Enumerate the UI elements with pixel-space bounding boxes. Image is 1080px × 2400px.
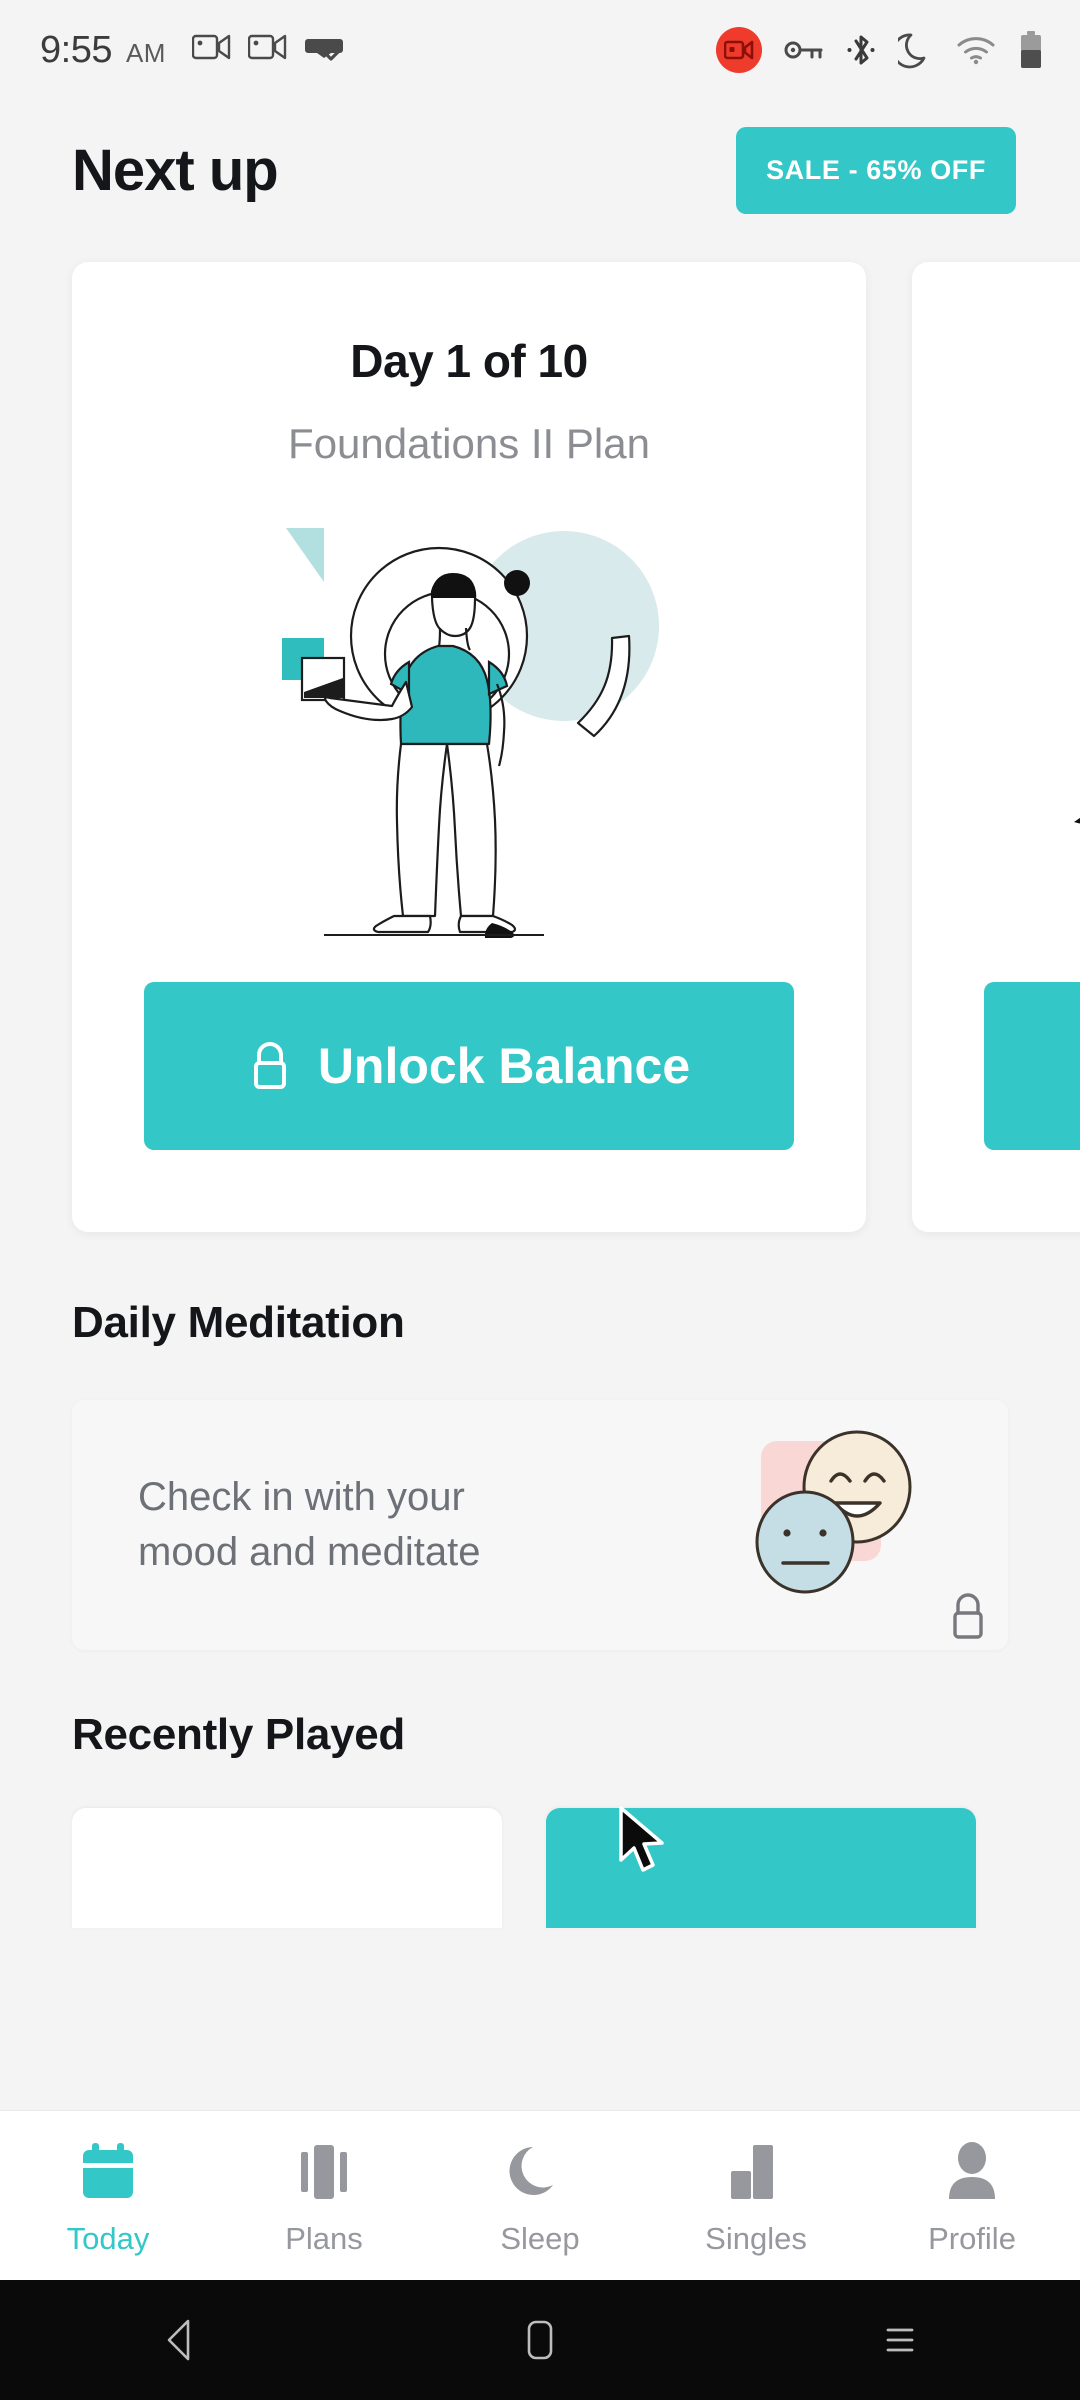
daily-meditation-text: Check in with your mood and meditate [138, 1470, 480, 1580]
home-rounded-rect-icon [527, 2320, 553, 2360]
video-camera-icon [191, 34, 231, 59]
system-recents-button[interactable] [810, 2316, 990, 2364]
android-system-nav[interactable] [0, 2280, 1080, 2400]
video-camera-icon [247, 34, 287, 59]
bluetooth-icon [847, 35, 875, 65]
wifi-icon [957, 37, 995, 65]
lock-icon [253, 1042, 286, 1089]
daily-meditation-text-line1: Check in with your [138, 1474, 465, 1519]
app-header: Next up SALE - 65% OFF [0, 100, 1080, 240]
nav-item-singles[interactable]: Singles [661, 2141, 851, 2257]
moon-icon [509, 2146, 553, 2195]
status-bar-left: 9:55 AM [40, 29, 344, 72]
screen-record-badge-icon [716, 27, 762, 73]
unlock-plan-button-next[interactable] [984, 982, 1080, 1150]
bars-icon [301, 2144, 347, 2199]
plan-name-label: Foundations II Plan [288, 420, 650, 467]
unlock-plan-button-label: Unlock Balance [317, 1038, 691, 1094]
status-bar: 9:55 AM [0, 0, 1080, 100]
nav-item-plans-label: Plans [285, 2220, 363, 2256]
blocks-icon [731, 2144, 773, 2199]
daily-meditation-heading: Daily Meditation [72, 1298, 405, 1347]
recently-played-card[interactable] [546, 1808, 976, 1928]
nav-item-today-label: Today [66, 2220, 150, 2256]
nav-item-plans[interactable]: Plans [229, 2141, 419, 2257]
recently-played-row[interactable] [0, 1808, 1080, 1928]
status-bar-right [716, 27, 1044, 73]
meditation-person-illustration [282, 528, 659, 938]
back-triangle-icon [167, 2319, 190, 2361]
nav-item-singles-label: Singles [705, 2220, 807, 2256]
menu-lines-icon [886, 2328, 914, 2352]
daily-meditation-text-line2: mood and meditate [138, 1530, 481, 1574]
status-notification-icons [191, 31, 344, 63]
plan-card-next-illustration [1074, 817, 1080, 824]
lock-icon [953, 1593, 983, 1639]
daily-meditation-card[interactable]: Check in with your mood and meditate [72, 1400, 1008, 1650]
plan-card[interactable]: Day 1 of 10 Foundations II Plan Unlock B… [72, 262, 866, 1232]
calendar-icon [83, 2142, 133, 2198]
nav-item-sleep-label: Sleep [500, 2220, 580, 2256]
sale-promo-button[interactable]: SALE - 65% OFF [736, 126, 1016, 214]
plan-card-next[interactable] [912, 262, 1080, 1232]
bottom-navigation[interactable]: Today Plans Sleep Singles Profile [0, 2110, 1080, 2280]
mood-faces-art [739, 1425, 983, 1639]
recently-played-card[interactable] [72, 1808, 502, 1928]
recently-played-heading: Recently Played [72, 1710, 405, 1759]
plan-day-label: Day 1 of 10 [350, 335, 588, 387]
dnd-moon-icon [898, 33, 926, 69]
system-home-button[interactable] [450, 2316, 630, 2364]
nav-item-profile[interactable]: Profile [877, 2141, 1067, 2257]
person-icon [949, 2141, 995, 2199]
nav-item-today[interactable]: Today [13, 2141, 203, 2257]
status-clock: 9:55 [40, 28, 112, 71]
key-vpn-icon [784, 41, 823, 59]
unlock-plan-button[interactable]: Unlock Balance [144, 982, 794, 1150]
vr-headset-check-icon [304, 38, 343, 61]
status-clock-ampm: AM [125, 37, 166, 68]
nav-item-sleep[interactable]: Sleep [445, 2141, 635, 2257]
plan-card-carousel[interactable]: Day 1 of 10 Foundations II Plan Unlock B… [0, 262, 1080, 1232]
battery-icon [1021, 31, 1041, 68]
system-back-button[interactable] [90, 2316, 270, 2364]
page-title: Next up [72, 137, 279, 203]
nav-item-profile-label: Profile [928, 2220, 1016, 2256]
